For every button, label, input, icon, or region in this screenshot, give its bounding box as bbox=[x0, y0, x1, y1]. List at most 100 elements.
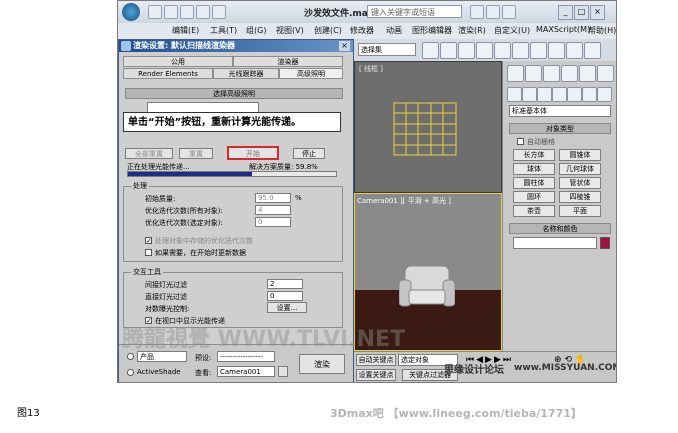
exposure-setup-button[interactable]: 设置... bbox=[267, 302, 307, 313]
cone-button[interactable]: 圆锥体 bbox=[559, 149, 601, 161]
app-titlebar: 沙发效文件.max 键入关键字或短语 _ □ × bbox=[118, 1, 616, 24]
menu-help[interactable]: 帮助(H) bbox=[588, 25, 616, 36]
instruction-callout: 单击“开始”按钮，重新计算光能传递。 bbox=[123, 112, 341, 132]
set-key-button[interactable]: 设置关键点 bbox=[356, 369, 396, 381]
refine-selected-spinner[interactable]: 0 bbox=[255, 217, 291, 227]
render-dialog-title: 渲染设置: 默认扫描线渲染器 bbox=[119, 40, 353, 52]
new-file-icon[interactable] bbox=[148, 5, 162, 19]
mirror-icon[interactable] bbox=[422, 42, 439, 59]
plane-button[interactable]: 平面 bbox=[559, 205, 601, 217]
tab-render-elements[interactable]: Render Elements bbox=[123, 68, 213, 79]
preset-label: 预设: bbox=[195, 354, 212, 362]
display-tab-icon[interactable] bbox=[579, 65, 596, 82]
shapes-icon[interactable] bbox=[522, 87, 537, 102]
box-button[interactable]: 长方体 bbox=[513, 149, 555, 161]
binoculars-icon[interactable] bbox=[470, 5, 484, 19]
interactive-tools-title: 交互工具 bbox=[131, 267, 163, 277]
geosphere-button[interactable]: 几何球体 bbox=[559, 163, 601, 175]
close-icon[interactable]: × bbox=[590, 5, 605, 20]
name-color-rollout-header[interactable]: 名称和颜色 bbox=[509, 223, 611, 234]
autogrid-checkbox[interactable] bbox=[517, 138, 524, 145]
teapot-render-icon[interactable] bbox=[584, 42, 601, 59]
quick-render-icon[interactable] bbox=[566, 42, 583, 59]
auto-key-button[interactable]: 自动关键点 bbox=[356, 354, 396, 366]
menu-customize[interactable]: 自定义(U) bbox=[494, 25, 530, 36]
dialog-close-icon[interactable]: × bbox=[339, 41, 350, 51]
helpers-icon[interactable] bbox=[567, 87, 582, 102]
menu-create[interactable]: 创建(C) bbox=[314, 25, 342, 36]
save-file-icon[interactable] bbox=[180, 5, 194, 19]
processing-group-title: 处理 bbox=[131, 181, 149, 191]
menu-animation[interactable]: 动画 bbox=[386, 25, 402, 36]
app-logo-icon[interactable] bbox=[122, 3, 140, 21]
space-warps-icon[interactable] bbox=[582, 87, 597, 102]
layer-icon[interactable] bbox=[458, 42, 475, 59]
reset-button[interactable]: 重置 bbox=[179, 148, 213, 159]
menu-graph-editors[interactable]: 图形编辑器 bbox=[412, 25, 452, 36]
curve-editor-icon[interactable] bbox=[476, 42, 493, 59]
refine-all-spinner[interactable]: 4 bbox=[255, 205, 291, 215]
update-data-checkbox[interactable] bbox=[145, 249, 152, 256]
select-advanced-lighting-header[interactable]: 选择高级照明 bbox=[125, 88, 343, 99]
teapot-button[interactable]: 茶壶 bbox=[513, 205, 555, 217]
open-file-icon[interactable] bbox=[164, 5, 178, 19]
process-refine-checkbox[interactable]: ✓ bbox=[145, 237, 152, 245]
tab-common[interactable]: 公用 bbox=[123, 56, 233, 67]
star-icon[interactable] bbox=[502, 5, 516, 19]
menu-edit[interactable]: 编辑(E) bbox=[172, 25, 199, 36]
schematic-icon[interactable] bbox=[494, 42, 511, 59]
tab-raytracer[interactable]: 光线跟踪器 bbox=[213, 68, 279, 79]
menu-group[interactable]: 组(G) bbox=[246, 25, 266, 36]
motion-tab-icon[interactable] bbox=[561, 65, 578, 82]
material-editor-icon[interactable] bbox=[512, 42, 529, 59]
menu-rendering[interactable]: 渲染(R) bbox=[458, 25, 486, 36]
sofa-model bbox=[399, 265, 455, 307]
stop-button[interactable]: 停止 bbox=[293, 148, 325, 159]
systems-icon[interactable] bbox=[597, 87, 612, 102]
start-button[interactable]: 开始 bbox=[227, 146, 279, 160]
view-dropdown[interactable]: Camera001 bbox=[217, 366, 275, 377]
screenshot-frame: 沙发效文件.max 键入关键字或短语 _ □ × 编辑(E) 工具(T) 组(G… bbox=[117, 0, 617, 383]
indirect-filter-spinner[interactable]: 2 bbox=[267, 279, 303, 289]
undo-icon[interactable] bbox=[196, 5, 210, 19]
hierarchy-tab-icon[interactable] bbox=[543, 65, 560, 82]
create-tab-icon[interactable] bbox=[507, 65, 524, 82]
lock-view-icon[interactable] bbox=[278, 366, 288, 377]
category-dropdown[interactable]: 标准基本体 bbox=[509, 105, 611, 117]
search-input[interactable]: 键入关键字或短语 bbox=[367, 5, 462, 18]
render-setup-icon[interactable] bbox=[530, 42, 547, 59]
selection-set-dropdown[interactable]: 选择集 bbox=[358, 43, 416, 56]
align-icon[interactable] bbox=[440, 42, 457, 59]
lights-icon[interactable] bbox=[537, 87, 552, 102]
viewport-top[interactable]: [ 线框 ] bbox=[354, 61, 502, 193]
sphere-button[interactable]: 球体 bbox=[513, 163, 555, 175]
cylinder-button[interactable]: 圆柱体 bbox=[513, 177, 555, 189]
initial-quality-spinner[interactable]: 95.0 bbox=[255, 193, 291, 203]
render-button[interactable]: 渲染 bbox=[299, 354, 345, 374]
tab-renderer[interactable]: 渲染器 bbox=[233, 56, 343, 67]
direct-filter-spinner[interactable]: 0 bbox=[267, 291, 303, 301]
tab-advanced-lighting[interactable]: 高级照明 bbox=[279, 68, 343, 79]
object-type-rollout-header[interactable]: 对象类型 bbox=[509, 123, 611, 134]
menu-modifiers[interactable]: 修改器 bbox=[350, 25, 374, 36]
modify-tab-icon[interactable] bbox=[525, 65, 542, 82]
utilities-tab-icon[interactable] bbox=[597, 65, 614, 82]
activeshade-radio[interactable] bbox=[127, 369, 134, 376]
torus-button[interactable]: 圆环 bbox=[513, 191, 555, 203]
menu-maxscript[interactable]: MAXScript(M) bbox=[536, 25, 590, 34]
render-frame-icon[interactable] bbox=[548, 42, 565, 59]
object-color-swatch[interactable] bbox=[600, 237, 610, 249]
reset-all-button[interactable]: 全部重置 bbox=[125, 148, 173, 159]
minimize-icon[interactable]: _ bbox=[558, 5, 573, 20]
object-name-input[interactable] bbox=[513, 237, 597, 249]
cameras-icon[interactable] bbox=[552, 87, 567, 102]
pyramid-button[interactable]: 四棱锥 bbox=[559, 191, 601, 203]
menu-views[interactable]: 视图(V) bbox=[276, 25, 304, 36]
redo-icon[interactable] bbox=[212, 5, 226, 19]
product-radio[interactable] bbox=[127, 353, 134, 360]
tube-button[interactable]: 管状体 bbox=[559, 177, 601, 189]
help-search-icon[interactable] bbox=[486, 5, 500, 19]
geometry-icon[interactable] bbox=[507, 87, 522, 102]
menu-tools[interactable]: 工具(T) bbox=[210, 25, 237, 36]
maximize-icon[interactable]: □ bbox=[574, 5, 589, 20]
